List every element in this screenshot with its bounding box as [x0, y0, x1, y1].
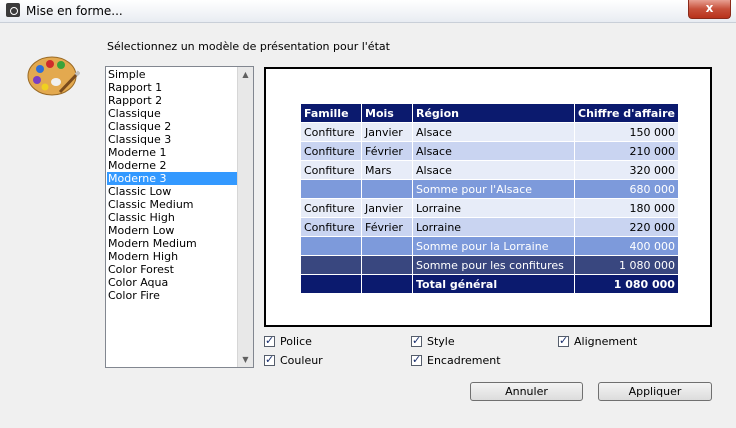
table-cell: 400 000 — [574, 236, 679, 256]
style-checkbox[interactable]: Style — [411, 334, 455, 348]
couleur-checkbox[interactable]: Couleur — [264, 353, 323, 367]
table-cell — [300, 255, 362, 275]
template-item[interactable]: Color Aqua — [107, 276, 238, 289]
table-cell: 680 000 — [574, 179, 679, 199]
police-checkbox[interactable]: Police — [264, 334, 312, 348]
template-item[interactable]: Moderne 3 — [107, 172, 238, 185]
table-cell: Janvier — [361, 198, 413, 218]
table-cell: Somme pour l'Alsace — [412, 179, 575, 199]
table-cell: Confiture — [300, 122, 362, 142]
apply-button[interactable]: Appliquer — [598, 382, 712, 401]
table-cell: 210 000 — [574, 141, 679, 161]
table-cell: 150 000 — [574, 122, 679, 142]
header-region: Région — [412, 103, 575, 123]
template-item[interactable]: Rapport 1 — [107, 81, 238, 94]
cancel-button[interactable]: Annuler — [470, 382, 583, 401]
table-cell: Confiture — [300, 198, 362, 218]
preview-header-row: Famille Mois Région Chiffre d'affaire — [300, 103, 679, 123]
palette-icon — [27, 56, 80, 96]
template-prompt: Sélectionnez un modèle de présentation p… — [107, 40, 390, 53]
template-list[interactable]: Simple Rapport 1 Rapport 2 Classique Classiq… — [105, 66, 254, 368]
table-cell: Mars — [361, 160, 413, 180]
header-famille: Famille — [300, 103, 362, 123]
table-cell — [361, 274, 413, 294]
template-item[interactable]: Color Forest — [107, 263, 238, 276]
preview-panel: Famille Mois Région Chiffre d'affaire Co… — [264, 67, 712, 327]
app-gear-icon — [6, 3, 20, 17]
scroll-down-icon[interactable]: ▼ — [238, 352, 253, 367]
close-button[interactable]: x — [688, 0, 731, 19]
table-cell — [361, 255, 413, 275]
list-scrollbar[interactable]: ▲ ▼ — [237, 67, 253, 367]
template-item[interactable]: Moderne 1 — [107, 146, 238, 159]
table-row: Total général 1 080 000 — [300, 274, 679, 294]
template-item[interactable]: Modern Medium — [107, 237, 238, 250]
template-item[interactable]: Moderne 2 — [107, 159, 238, 172]
check-icon — [264, 334, 275, 347]
table-cell: Alsace — [412, 122, 575, 142]
table-row: Somme pour les confitures 1 080 000 — [300, 255, 679, 275]
table-cell: 180 000 — [574, 198, 679, 218]
police-label: Police — [280, 334, 312, 348]
table-cell: 220 000 — [574, 217, 679, 237]
header-chiffre: Chiffre d'affaire — [574, 103, 679, 123]
table-cell — [300, 179, 362, 199]
template-item[interactable]: Classique — [107, 107, 238, 120]
table-cell: 320 000 — [574, 160, 679, 180]
template-item[interactable]: Classique 2 — [107, 120, 238, 133]
check-icon — [411, 353, 422, 366]
dialog-window: Mise en forme... x Sélectionnez un modèl… — [0, 0, 736, 428]
table-cell: Alsace — [412, 141, 575, 161]
encadrement-checkbox[interactable]: Encadrement — [411, 353, 501, 367]
template-item[interactable]: Classique 3 — [107, 133, 238, 146]
template-item[interactable]: Modern Low — [107, 224, 238, 237]
template-list-items: Simple Rapport 1 Rapport 2 Classique Classiq… — [107, 68, 238, 302]
table-row: Confiture Janvier Alsace 150 000 — [300, 122, 679, 142]
table-cell — [300, 274, 362, 294]
template-item[interactable]: Modern High — [107, 250, 238, 263]
table-cell: Total général — [412, 274, 575, 294]
alignement-label: Alignement — [574, 334, 638, 348]
encadrement-label: Encadrement — [427, 353, 501, 367]
header-mois: Mois — [361, 103, 413, 123]
check-icon — [558, 334, 569, 347]
template-item[interactable]: Classic Low — [107, 185, 238, 198]
check-icon — [264, 353, 275, 366]
table-cell: Confiture — [300, 217, 362, 237]
style-label: Style — [427, 334, 455, 348]
table-cell: Somme pour les confitures — [412, 255, 575, 275]
preview-table: Famille Mois Région Chiffre d'affaire Co… — [300, 103, 679, 294]
template-item[interactable]: Rapport 2 — [107, 94, 238, 107]
check-icon — [411, 334, 422, 347]
table-cell: Confiture — [300, 160, 362, 180]
table-row: Confiture Février Alsace 210 000 — [300, 141, 679, 161]
table-cell: Alsace — [412, 160, 575, 180]
table-cell — [361, 236, 413, 256]
table-cell: Confiture — [300, 141, 362, 161]
scroll-up-icon[interactable]: ▲ — [238, 67, 253, 82]
table-cell: Somme pour la Lorraine — [412, 236, 575, 256]
window-title: Mise en forme... — [26, 4, 123, 18]
table-cell — [361, 179, 413, 199]
couleur-label: Couleur — [280, 353, 323, 367]
alignement-checkbox[interactable]: Alignement — [558, 334, 637, 348]
table-cell: Lorraine — [412, 198, 575, 218]
table-cell: 1 080 000 — [574, 255, 679, 275]
table-cell: Février — [361, 141, 413, 161]
template-item[interactable]: Classic High — [107, 211, 238, 224]
table-row: Confiture Mars Alsace 320 000 — [300, 160, 679, 180]
table-cell: Janvier — [361, 122, 413, 142]
table-row: Somme pour la Lorraine 400 000 — [300, 236, 679, 256]
template-item[interactable]: Color Fire — [107, 289, 238, 302]
table-row: Confiture Janvier Lorraine 180 000 — [300, 198, 679, 218]
table-row: Somme pour l'Alsace 680 000 — [300, 179, 679, 199]
table-row: Confiture Février Lorraine 220 000 — [300, 217, 679, 237]
table-cell: 1 080 000 — [574, 274, 679, 294]
table-cell: Février — [361, 217, 413, 237]
template-item[interactable]: Simple — [107, 68, 238, 81]
table-cell: Lorraine — [412, 217, 575, 237]
template-item[interactable]: Classic Medium — [107, 198, 238, 211]
table-cell — [300, 236, 362, 256]
title-bar[interactable]: Mise en forme... x — [0, 0, 736, 23]
